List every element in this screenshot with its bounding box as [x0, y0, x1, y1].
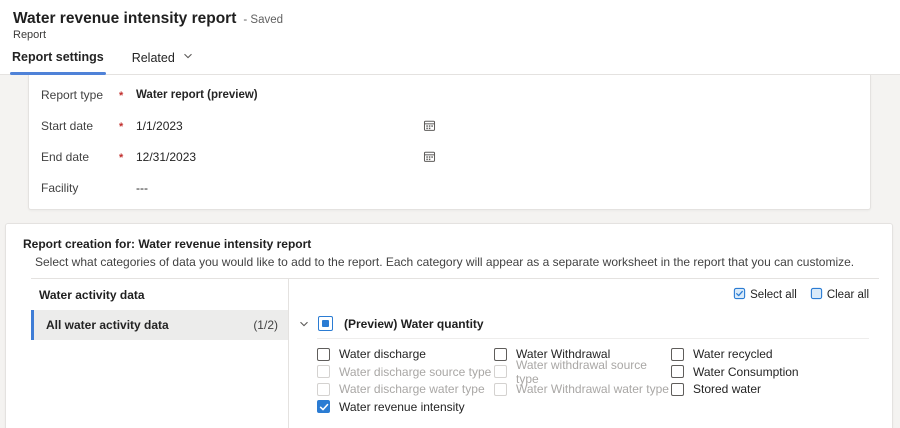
field-value[interactable]: 1/1/2023 — [136, 119, 183, 133]
page-header: Water revenue intensity report - Saved R… — [0, 0, 900, 75]
field-label: Facility — [41, 181, 119, 195]
category-list-header: Water activity data — [31, 279, 288, 310]
category-list-item[interactable]: All water activity data (1/2) — [31, 310, 288, 340]
required-asterisk: * — [119, 149, 136, 164]
checkbox-row: Water discharge — [317, 347, 494, 361]
selection-toolbar: Select all Clear all — [298, 287, 869, 303]
checkbox-row: Water revenue intensity — [317, 400, 494, 414]
checkbox-unchecked[interactable] — [671, 348, 684, 361]
checkbox-column: Water discharge Water discharge source ty… — [317, 347, 494, 414]
page-title: Water revenue intensity report — [13, 10, 236, 28]
report-creation-card: Report creation for: Water revenue inten… — [5, 223, 893, 428]
checkbox-label: Water recycled — [693, 347, 773, 361]
category-list-item-count: (1/2) — [253, 318, 278, 332]
indeterminate-mark — [322, 320, 329, 327]
field-value-control: 12/31/2023 — [136, 150, 436, 164]
checkbox-label: Water Withdrawal water type — [516, 382, 669, 396]
group-separator — [317, 338, 869, 339]
title-row: Water revenue intensity report - Saved — [0, 10, 900, 28]
checkbox-unchecked[interactable] — [671, 383, 684, 396]
required-asterisk: * — [119, 118, 136, 133]
checkbox-label: Water revenue intensity — [339, 400, 465, 414]
category-detail-panel: Select all Clear all (Preview) Water qua… — [289, 279, 879, 428]
category-list-panel: Water activity data All water activity d… — [31, 279, 289, 428]
section-heading: Report creation for: Water revenue inten… — [23, 237, 892, 251]
checkbox-label: Stored water — [693, 382, 761, 396]
form-field-row: Start date*1/1/2023 — [41, 110, 858, 141]
checkbox-unchecked — [317, 365, 330, 378]
page: Water revenue intensity report - Saved R… — [0, 0, 900, 428]
field-value[interactable]: 12/31/2023 — [136, 150, 196, 164]
checkbox-groups: (Preview) Water quantityWater dischargeW… — [298, 316, 869, 428]
field-value[interactable]: --- — [136, 181, 148, 195]
form-rows: Report type*Water report (preview)Start … — [41, 79, 858, 203]
section-description: Select what categories of data you would… — [35, 255, 892, 269]
checkbox-label: Water discharge — [339, 347, 426, 361]
checkbox-unchecked — [494, 383, 507, 396]
checkbox-label: Water discharge source type — [339, 365, 491, 379]
checkbox-row: Stored water — [671, 382, 848, 396]
clear-all-button[interactable]: Clear all — [810, 287, 869, 303]
field-value-control: --- — [136, 181, 436, 195]
checkbox-empty-icon — [810, 287, 823, 303]
checkbox-row: Water Withdrawal water type — [494, 382, 671, 396]
calendar-icon[interactable] — [423, 119, 436, 132]
checkbox-indeterminate[interactable] — [318, 316, 333, 331]
field-label: End date — [41, 150, 119, 164]
select-all-button[interactable]: Select all — [733, 287, 797, 303]
checkbox-row: Water withdrawal source type — [494, 365, 671, 379]
chevron-down-icon — [183, 50, 193, 64]
category-list-item-label: All water activity data — [46, 318, 169, 332]
checkbox-row: Water recycled — [671, 347, 848, 361]
checkbox-unchecked — [494, 365, 507, 378]
chevron-down-icon[interactable] — [298, 318, 310, 330]
checkbox-unchecked[interactable] — [317, 348, 330, 361]
checkbox-unchecked[interactable] — [494, 348, 507, 361]
tab-report-settings[interactable]: Report settings — [12, 50, 104, 74]
clear-all-label: Clear all — [827, 289, 869, 301]
checkbox-unchecked — [317, 383, 330, 396]
tab-report-settings-label: Report settings — [12, 50, 104, 64]
checkbox-column: Water recycled Water Consumption Stored wa… — [671, 347, 848, 414]
calendar-icon[interactable] — [423, 150, 436, 163]
checkbox-column: Water WithdrawalWater withdrawal source … — [494, 347, 671, 414]
category-selector: Water activity data All water activity d… — [31, 278, 879, 428]
field-label: Start date — [41, 119, 119, 133]
report-settings-form-card: Report type*Water report (preview)Start … — [28, 75, 871, 210]
group-label: (Preview) Water quantity — [344, 317, 484, 331]
page-subtitle: Report — [0, 29, 900, 41]
tab-related[interactable]: Related — [132, 50, 194, 74]
checkbox-checked-icon — [733, 287, 746, 303]
category-list: All water activity data (1/2) — [31, 310, 288, 340]
required-asterisk: * — [119, 87, 136, 102]
form-field-row: Report type*Water report (preview) — [41, 79, 858, 110]
field-label: Report type — [41, 88, 119, 102]
checkbox-checked[interactable] — [317, 400, 330, 413]
checkbox-row: Water discharge water type — [317, 382, 494, 396]
checkbox-grid: Water discharge Water discharge source ty… — [298, 347, 869, 414]
field-value-control: Water report (preview) — [136, 89, 436, 101]
tab-related-label: Related — [132, 51, 175, 65]
form-field-row: Facility --- — [41, 172, 858, 203]
field-value[interactable]: Water report (preview) — [136, 89, 258, 101]
tab-strip: Report settings Related — [0, 50, 900, 75]
checkbox-group: (Preview) Water quantityWater dischargeW… — [298, 316, 869, 414]
form-field-row: End date*12/31/2023 — [41, 141, 858, 172]
select-all-label: Select all — [750, 289, 797, 301]
field-value-control: 1/1/2023 — [136, 119, 436, 133]
checkbox-label: Water discharge water type — [339, 382, 485, 396]
checkbox-unchecked[interactable] — [671, 365, 684, 378]
checkbox-row: Water discharge source type — [317, 365, 494, 379]
saved-status: - Saved — [243, 14, 283, 26]
checkbox-row: Water Consumption — [671, 365, 848, 379]
checkbox-label: Water Consumption — [693, 365, 799, 379]
required-asterisk — [119, 186, 136, 189]
group-header-row: (Preview) Water quantity — [298, 316, 869, 331]
